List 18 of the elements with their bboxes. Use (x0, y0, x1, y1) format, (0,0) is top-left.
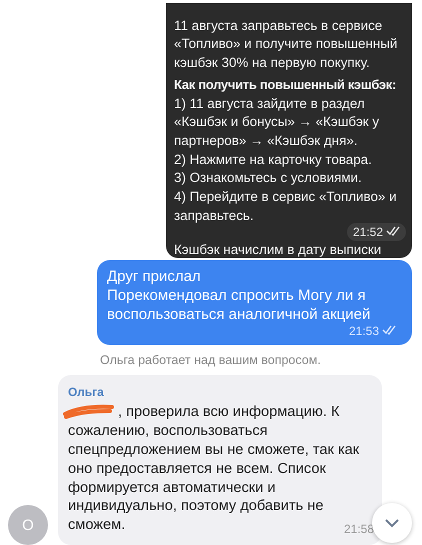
message-time: 21:53 (342, 322, 402, 340)
chevron-down-icon (384, 518, 400, 528)
message-step: 1) 11 августа зайдите в раздел «Кэшбэк и бонусы» → «Кэшбэк у партнеров» → «Кэшбэк дня». (174, 94, 406, 151)
author-name: Ольга (68, 384, 105, 400)
message-heading: Как получить повышенный кэшбэк: (174, 76, 398, 94)
message-step: 2) Нажмите на карточку товара. (174, 150, 406, 170)
read-checkmarks-icon (382, 325, 396, 336)
scroll-down-button[interactable] (372, 503, 412, 543)
message-text: Друг прислал (107, 267, 202, 286)
read-checkmarks-icon (386, 226, 400, 236)
message-text: 11 августа заправьтесь в сервисе «Топливо» и получите повышенный кэшбэк 30% на первую покупку. (174, 16, 398, 72)
message-step: 3) Ознакомьтесь с условиями. (174, 169, 406, 188)
message-text: Кэшбэк начислим в дату выписки (174, 241, 382, 258)
message-text: Порекомендовал спросить Могу ли я воспользоваться аналогичной акцией (107, 286, 372, 324)
message-step: 4) Перейдите в сервис «Топливо» и заправьтесь. (174, 188, 406, 226)
message-time: 21:52 (346, 223, 406, 242)
status-text: Ольга работает над вашим вопросом. (99, 352, 322, 370)
avatar: О (8, 505, 48, 545)
